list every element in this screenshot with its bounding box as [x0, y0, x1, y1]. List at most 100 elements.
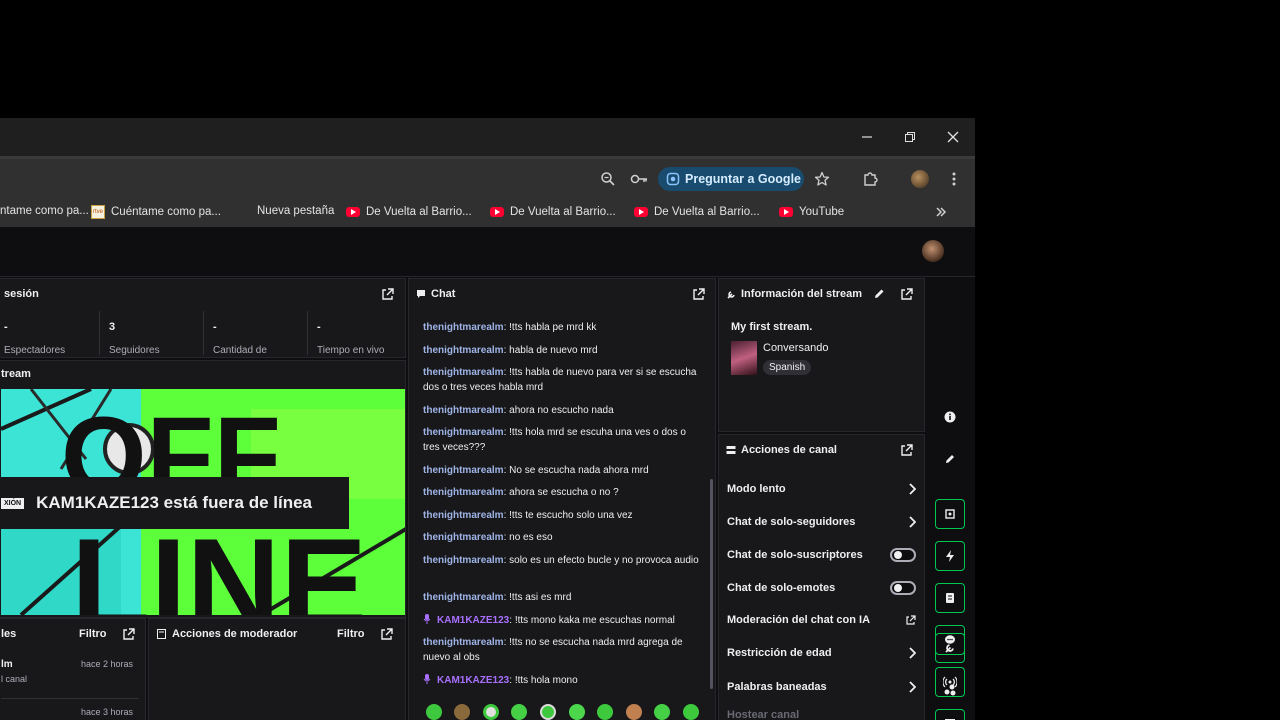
chevron-right-icon	[909, 681, 916, 693]
chat-message: KAM1KAZE123: !tts mono kaka me escuchas …	[423, 613, 703, 628]
restore-button[interactable]	[898, 126, 922, 148]
menu-button[interactable]	[943, 168, 965, 190]
chat-username[interactable]: thenightmarealm	[423, 345, 504, 356]
broadcaster-mic-icon	[423, 614, 431, 624]
row-label: Chat de solo-seguidores	[727, 516, 856, 528]
emote-icon[interactable]	[511, 704, 527, 720]
slow-mode-row[interactable]: Modo lento	[727, 478, 916, 500]
minimize-button[interactable]	[855, 126, 879, 148]
chat-message: thenightmarealm: solo es un efecto bucle…	[423, 553, 703, 568]
popout-icon[interactable]	[122, 627, 136, 641]
popout-icon[interactable]	[381, 287, 395, 301]
bookmark-star-button[interactable]	[811, 168, 833, 190]
ask-google-button[interactable]: Preguntar a Google	[658, 167, 804, 191]
stat-value: -	[213, 321, 217, 333]
stat-live-time: - Tiempo en vivo	[307, 311, 405, 356]
bookmark-label: De Vuelta al Barrio...	[654, 206, 760, 218]
chat-username[interactable]: thenightmarealm	[423, 465, 504, 476]
ad-break-button[interactable]	[935, 541, 965, 571]
password-key-button[interactable]	[628, 168, 650, 190]
list-item[interactable]: hace 3 horas	[1, 707, 139, 720]
bookmark-item[interactable]: De Vuelta al Barrio...	[490, 205, 616, 219]
emote-icon[interactable]	[540, 704, 556, 720]
panel-title: Chat	[431, 288, 456, 300]
tools-button[interactable]	[935, 633, 965, 663]
stream-preview-panel: tream OFF LINE XIÓN KAM1KAZE123 está fue…	[0, 360, 406, 618]
chat-scrollbar[interactable]	[710, 479, 713, 689]
chat-username[interactable]: thenightmarealm	[423, 592, 504, 603]
edit-button[interactable]	[935, 444, 965, 474]
clip-button[interactable]	[935, 499, 965, 529]
bookmarks-bar: ntame como pa... rtve Cuéntame como pa..…	[0, 198, 975, 227]
more-bookmarks-button[interactable]	[930, 201, 952, 223]
chat-username[interactable]: thenightmarealm	[423, 322, 504, 333]
activity-sub: l canal	[1, 674, 28, 684]
popout-icon[interactable]	[900, 287, 914, 301]
tag-badge[interactable]: Spanish	[763, 360, 812, 375]
chat-username[interactable]: thenightmarealm	[423, 637, 504, 648]
banned-words-row[interactable]: Palabras baneadas	[727, 676, 916, 698]
emote-icon[interactable]	[569, 704, 585, 720]
popout-icon[interactable]	[900, 443, 914, 457]
offline-title: KAM1KAZE123 está fuera de línea	[36, 493, 313, 512]
category-name[interactable]: Conversando	[763, 342, 828, 354]
chat-username[interactable]: thenightmarealm	[423, 405, 504, 416]
popout-icon[interactable]	[380, 627, 394, 641]
followers-only-row[interactable]: Chat de solo-seguidores	[727, 511, 916, 533]
chat-username[interactable]: KAM1KAZE123	[437, 615, 509, 626]
info-button[interactable]	[935, 402, 965, 432]
bookmark-item[interactable]: Nueva pestaña	[257, 205, 334, 217]
edit-pencil-icon[interactable]	[872, 287, 886, 301]
session-panel: sesión - Espectadores 3 Seguidores - Can…	[0, 278, 406, 358]
chat-username[interactable]: thenightmarealm	[423, 487, 504, 498]
user-avatar[interactable]	[922, 240, 944, 262]
activity-feed-panel: les Filtro lm l canal hace 2 horas hace …	[0, 618, 146, 720]
raid-button[interactable]	[935, 709, 965, 720]
chat-message: thenightmarealm: !tts te escucho solo un…	[423, 508, 703, 523]
host-channel-row[interactable]: Hostear canal	[727, 704, 916, 720]
age-restriction-row[interactable]: Restricción de edad	[727, 642, 916, 664]
chat-message: thenightmarealm: !tts asi es mrd	[423, 590, 703, 605]
emote-icon[interactable]	[683, 704, 699, 720]
chat-username[interactable]: thenightmarealm	[423, 555, 504, 566]
zoom-button[interactable]	[597, 168, 619, 190]
filter-button[interactable]: Filtro	[79, 628, 107, 640]
chat-username[interactable]: thenightmarealm	[423, 510, 504, 521]
popout-icon[interactable]	[692, 287, 706, 301]
extensions-button[interactable]	[859, 168, 881, 190]
panel-header: Chat	[409, 279, 715, 309]
close-button[interactable]	[941, 126, 965, 148]
puzzle-icon	[864, 172, 878, 186]
list-item[interactable]: lm l canal hace 2 horas	[1, 659, 139, 699]
category-boxart[interactable]	[731, 341, 757, 375]
key-icon	[630, 174, 647, 184]
ai-moderation-row[interactable]: Moderación del chat con IA	[727, 609, 916, 631]
add-action-button[interactable]	[935, 675, 965, 705]
emote-icon[interactable]	[654, 704, 670, 720]
filter-button[interactable]: Filtro	[337, 628, 365, 640]
bookmark-item[interactable]: rtve Cuéntame como pa...	[91, 205, 221, 219]
chat-username[interactable]: thenightmarealm	[423, 532, 504, 543]
emote-icon[interactable]	[597, 704, 613, 720]
chat-username[interactable]: thenightmarealm	[423, 427, 504, 438]
bookmark-item[interactable]: De Vuelta al Barrio...	[346, 205, 472, 219]
stat-label: Seguidores	[109, 345, 160, 356]
bookmark-item[interactable]: YouTube	[779, 205, 844, 219]
info-icon	[944, 411, 956, 423]
notes-button[interactable]	[935, 583, 965, 613]
emote-icon[interactable]	[483, 704, 499, 720]
bookmark-item[interactable]: De Vuelta al Barrio...	[634, 205, 760, 219]
emote-icon[interactable]	[426, 704, 442, 720]
bookmark-item[interactable]: ntame como pa...	[0, 205, 89, 217]
offline-banner: XIÓN KAM1KAZE123 está fuera de línea	[1, 477, 349, 529]
stat-followers: 3 Seguidores	[99, 311, 203, 356]
profile-avatar[interactable]	[911, 170, 929, 188]
subscribers-only-toggle[interactable]	[890, 548, 916, 562]
emote-icon[interactable]	[626, 704, 642, 720]
chat-username[interactable]: KAM1KAZE123	[437, 675, 509, 686]
emote-icon[interactable]	[454, 704, 470, 720]
emotes-only-toggle[interactable]	[890, 581, 916, 595]
emote-bar	[409, 697, 715, 720]
stat-label: Espectadores	[4, 345, 66, 356]
chat-username[interactable]: thenightmarealm	[423, 367, 504, 378]
